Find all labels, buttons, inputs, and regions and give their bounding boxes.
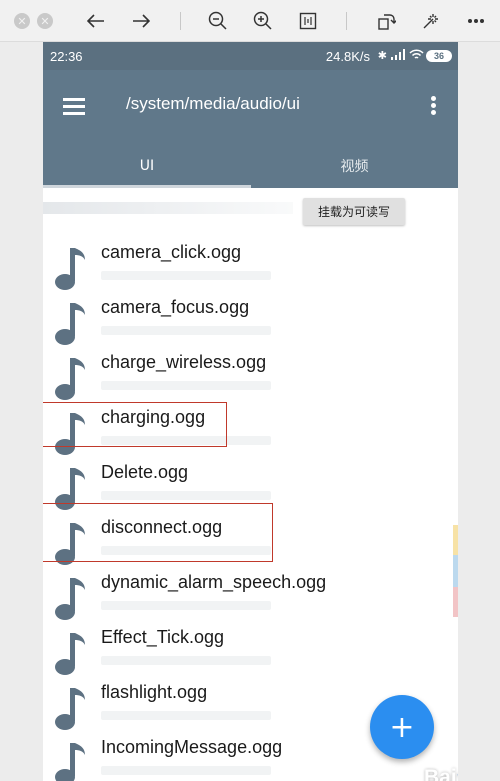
watermark-brand: Bai: [424, 766, 457, 781]
file-name: charge_wireless.ogg: [101, 352, 267, 372]
mount-read-write-button[interactable]: 挂载为可读写: [303, 198, 405, 225]
add-fab-button[interactable]: +: [370, 695, 434, 759]
file-details: [101, 656, 271, 665]
music-note-icon: [53, 301, 87, 347]
highlight-charging: [43, 402, 227, 447]
battery-icon: 36: [426, 50, 452, 62]
status-bar: 22:36 24.8K/s ✱ 36: [43, 42, 458, 70]
tab-video[interactable]: 视频: [251, 143, 458, 188]
menu-icon[interactable]: [63, 98, 87, 116]
arrow-left-icon[interactable]: [85, 10, 107, 32]
wifi-icon: [409, 49, 424, 63]
more-icon[interactable]: [465, 10, 487, 32]
status-icons: ✱: [378, 49, 424, 63]
music-note-icon: [53, 356, 87, 402]
magic-wand-icon[interactable]: [420, 10, 442, 32]
file-name: Effect_Tick.ogg: [101, 627, 225, 647]
file-details: [101, 491, 271, 500]
status-time: 22:36: [50, 49, 83, 64]
music-note-icon: [53, 686, 87, 732]
viewer-toolbar: ✕ ✕: [0, 0, 500, 42]
highlight-disconnect: [43, 503, 273, 562]
network-speed: 24.8K/s: [325, 49, 370, 64]
toolbar-divider: [346, 12, 347, 30]
music-note-icon: [53, 576, 87, 622]
file-name: Delete.ogg: [101, 462, 189, 482]
file-details: [101, 326, 271, 335]
file-details: [101, 766, 271, 775]
phone-screen: 22:36 24.8K/s ✱ 36 /system/media/audio/u…: [43, 42, 458, 781]
toolbar-divider: [180, 12, 181, 30]
file-details: [101, 711, 271, 720]
file-details: [101, 601, 271, 610]
file-row[interactable]: dynamic_alarm_speech.ogg: [43, 572, 458, 627]
tab-indicator: [43, 185, 251, 188]
side-bar-red: [453, 587, 458, 617]
music-note-icon: [53, 246, 87, 292]
blurred-breadcrumb: [43, 202, 293, 214]
file-details: [101, 381, 271, 390]
file-name: dynamic_alarm_speech.ogg: [101, 572, 327, 592]
music-note-icon: [53, 741, 87, 781]
file-row[interactable]: camera_focus.ogg: [43, 297, 458, 352]
zoom-out-icon[interactable]: [207, 10, 229, 32]
path-title: /system/media/audio/ui: [126, 94, 300, 113]
close-icon[interactable]: ✕: [14, 13, 30, 29]
file-row[interactable]: charge_wireless.ogg: [43, 352, 458, 407]
tab-ui[interactable]: UI: [43, 143, 251, 188]
paw-icon: 🐾: [457, 769, 458, 781]
app-bar: /system/media/audio/ui UI 视频: [43, 70, 458, 188]
zoom-in-icon[interactable]: [252, 10, 274, 32]
music-note-icon: [53, 631, 87, 677]
close-icon[interactable]: ✕: [37, 13, 53, 29]
file-row[interactable]: camera_click.ogg: [43, 242, 458, 297]
rotate-icon[interactable]: [375, 10, 397, 32]
file-details: [101, 271, 271, 280]
baidu-watermark: Bai🐾经验: [424, 765, 458, 781]
file-name: IncomingMessage.ogg: [101, 737, 283, 757]
bluetooth-icon: ✱: [377, 50, 387, 62]
overflow-menu-icon[interactable]: [431, 96, 437, 116]
file-name: camera_click.ogg: [101, 242, 242, 262]
file-name: camera_focus.ogg: [101, 297, 250, 317]
fit-icon[interactable]: [297, 10, 319, 32]
side-bar-yellow: [453, 525, 458, 555]
signal-icon: [391, 49, 405, 63]
side-bar-blue: [453, 555, 458, 587]
file-row[interactable]: Effect_Tick.ogg: [43, 627, 458, 682]
arrow-right-icon[interactable]: [130, 10, 152, 32]
file-name: flashlight.ogg: [101, 682, 208, 702]
